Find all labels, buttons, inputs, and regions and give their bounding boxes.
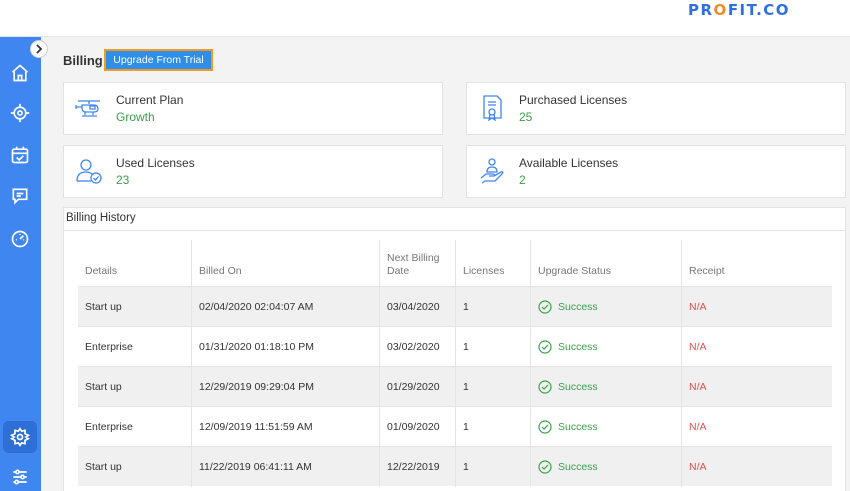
details-cell: Start up (85, 301, 122, 313)
settings-icon[interactable] (8, 425, 32, 449)
billing-history-table: Details Billed On Next Billing Date Lice… (78, 240, 832, 487)
upgrade-status-cell: Success (530, 447, 681, 487)
licenses-cell: 1 (455, 407, 530, 447)
upgrade-from-trial-button[interactable]: Upgrade From Trial (104, 49, 213, 71)
used-licenses-value: 23 (116, 173, 130, 187)
chevron-right-icon (36, 44, 43, 54)
column-header-licenses[interactable]: Licenses (455, 240, 530, 286)
column-header-billed-on[interactable]: Billed On (191, 240, 379, 286)
billed-on-cell: 12/29/2019 09:29:04 PM (191, 367, 379, 407)
receipt-cell: N/A (681, 447, 832, 487)
target-icon[interactable] (8, 101, 32, 125)
column-header-details[interactable]: Details (78, 240, 191, 286)
check-circle-icon (538, 340, 552, 354)
check-circle-icon (538, 300, 552, 314)
licenses-cell: 1 (455, 287, 530, 327)
status-text: Success (558, 381, 598, 393)
used-licenses-label: Used Licenses (116, 156, 195, 170)
next-billing-date-cell: 12/22/2019 (379, 447, 455, 487)
table-row: Enterprise 12/09/2019 11:51:59 AM 01/09/… (78, 406, 832, 447)
next-billing-date-cell: 03/02/2020 (379, 327, 455, 367)
current-plan-label: Current Plan (116, 93, 184, 107)
purchased-licenses-card: Purchased Licenses 25 (466, 82, 846, 135)
check-circle-icon (538, 420, 552, 434)
top-bar: PROFIT.CO (0, 0, 850, 37)
dashboard-icon[interactable] (8, 227, 32, 251)
calendar-check-icon[interactable] (8, 143, 32, 167)
receipt-cell: N/A (681, 367, 832, 407)
licenses-cell: 1 (455, 367, 530, 407)
upgrade-status-cell: Success (530, 407, 681, 447)
billed-on-cell: 12/09/2019 11:51:59 AM (191, 407, 379, 447)
details-cell: Start up (85, 381, 122, 393)
home-icon[interactable] (8, 61, 32, 85)
page-title: Billing (63, 53, 103, 68)
billed-on-cell: 01/31/2020 01:18:10 PM (191, 327, 379, 367)
check-circle-icon (538, 460, 552, 474)
certificate-icon (483, 95, 502, 122)
main-content: Billing Upgrade From Trial Current Plan … (41, 37, 850, 491)
licenses-cell: 1 (455, 327, 530, 367)
next-billing-date-cell: 01/09/2020 (379, 407, 455, 447)
available-licenses-card: Available Licenses 2 (466, 145, 846, 198)
licenses-cell: 1 (455, 447, 530, 487)
table-row: Enterprise 01/31/2020 01:18:10 PM 03/02/… (78, 326, 832, 367)
details-cell: Start up (85, 461, 122, 473)
user-check-icon (76, 159, 102, 184)
sidebar (0, 37, 41, 491)
table-row: Start up 02/04/2020 02:04:07 AM 03/04/20… (78, 286, 832, 327)
upgrade-status-cell: Success (530, 287, 681, 327)
billing-history-panel: Billing History Details Billed On Next B… (63, 207, 846, 491)
receipt-cell: N/A (681, 327, 832, 367)
purchased-licenses-label: Purchased Licenses (519, 93, 628, 107)
current-plan-card: Current Plan Growth (63, 82, 443, 135)
status-text: Success (558, 461, 598, 473)
receipt-cell: N/A (681, 407, 832, 447)
available-licenses-label: Available Licenses (519, 156, 619, 170)
table-row: Start up 12/29/2019 09:29:04 PM 01/29/20… (78, 366, 832, 407)
details-cell: Enterprise (85, 341, 133, 353)
profit-co-logo[interactable]: PROFIT.CO (688, 1, 790, 19)
status-text: Success (558, 301, 598, 313)
current-plan-value: Growth (116, 110, 155, 124)
sidebar-toggle-button[interactable] (30, 40, 48, 58)
receipt-cell: N/A (681, 287, 832, 327)
billed-on-cell: 11/22/2019 06:41:11 AM (191, 447, 379, 487)
details-cell: Enterprise (85, 421, 133, 433)
next-billing-date-cell: 03/04/2020 (379, 287, 455, 327)
chat-icon[interactable] (8, 184, 32, 208)
available-licenses-value: 2 (519, 173, 526, 187)
sliders-icon[interactable] (8, 465, 32, 489)
upgrade-status-cell: Success (530, 327, 681, 367)
column-header-next-billing-date[interactable]: Next Billing Date (379, 240, 455, 286)
upgrade-status-cell: Success (530, 367, 681, 407)
used-licenses-card: Used Licenses 23 (63, 145, 443, 198)
helicopter-icon (75, 100, 100, 117)
column-header-receipt[interactable]: Receipt (681, 240, 832, 286)
status-text: Success (558, 421, 598, 433)
next-billing-date-cell: 01/29/2020 (379, 367, 455, 407)
divider (64, 230, 845, 231)
table-header: Details Billed On Next Billing Date Lice… (78, 240, 832, 286)
billed-on-cell: 02/04/2020 02:04:07 AM (191, 287, 379, 327)
check-circle-icon (538, 380, 552, 394)
hand-user-icon (480, 158, 504, 184)
status-text: Success (558, 341, 598, 353)
table-row: Start up 11/22/2019 06:41:11 AM 12/22/20… (78, 446, 832, 487)
purchased-licenses-value: 25 (519, 110, 533, 124)
column-header-upgrade-status[interactable]: Upgrade Status (530, 240, 681, 286)
billing-history-title: Billing History (66, 212, 136, 224)
